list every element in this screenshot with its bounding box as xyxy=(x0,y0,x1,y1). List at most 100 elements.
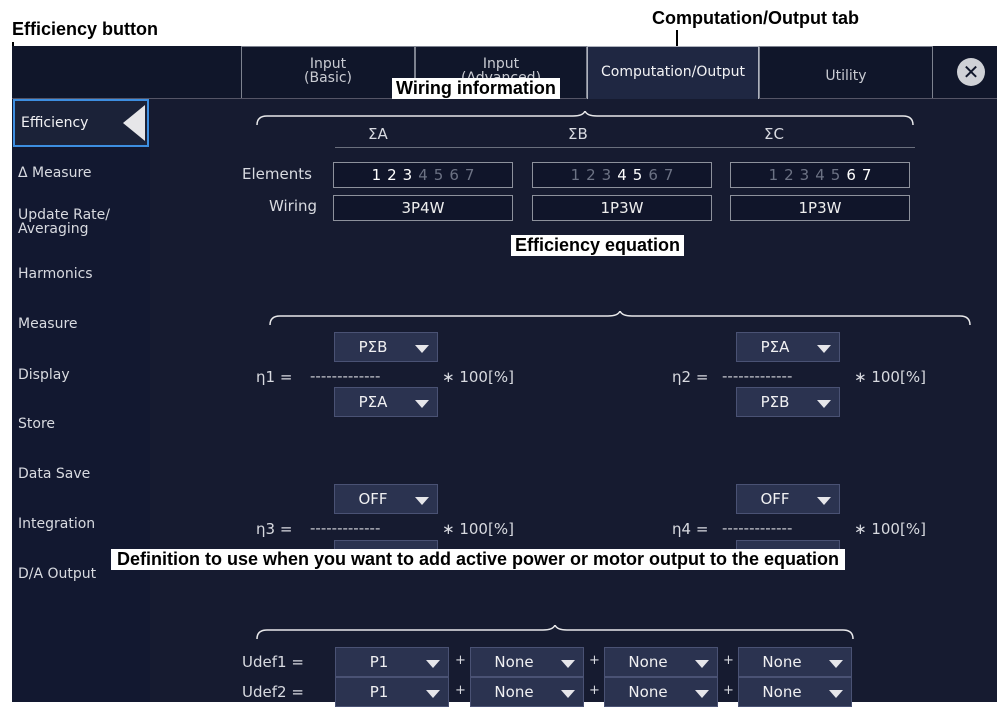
eta3-label: η3 = xyxy=(256,520,293,538)
element-digit: 6 xyxy=(846,166,856,184)
dropdown-value: OFF xyxy=(760,490,790,508)
settings-screen: Input (Basic) Input (Advanced) Computati… xyxy=(12,46,997,707)
sidebar: Efficiency Δ Measure Update Rate/ Averag… xyxy=(12,99,150,702)
annotation-leader-line xyxy=(676,30,678,47)
sidebar-item-store[interactable]: Store xyxy=(18,417,146,431)
wiring-label: Wiring xyxy=(269,197,318,215)
element-digit: 2 xyxy=(586,166,596,184)
chevron-down-icon xyxy=(415,400,429,408)
element-digit: 5 xyxy=(830,166,841,184)
dropdown-value: OFF xyxy=(358,490,388,508)
dropdown-value: PΣB xyxy=(760,393,790,411)
group-label-c: ΣC xyxy=(764,125,784,143)
close-icon[interactable]: ✕ xyxy=(957,58,985,86)
element-digit: 4 xyxy=(617,166,627,184)
eta1-label: η1 = xyxy=(256,368,293,386)
annotation-computation-tab: Computation/Output tab xyxy=(652,8,859,28)
elements-box-b[interactable]: 1234567 xyxy=(532,162,712,188)
chevron-down-icon xyxy=(829,690,843,698)
eta1-denominator-dropdown[interactable]: PΣA xyxy=(334,387,438,417)
element-digit: 7 xyxy=(861,166,872,184)
chevron-down-icon xyxy=(561,660,575,668)
selected-indicator-icon xyxy=(123,105,145,141)
dropdown-value: P1 xyxy=(369,653,389,671)
tab-computation-output[interactable]: Computation/Output xyxy=(587,46,759,99)
sidebar-item-display[interactable]: Display xyxy=(18,368,146,382)
dropdown-value: None xyxy=(762,653,802,671)
fraction-line: ------------- xyxy=(310,519,381,537)
element-digit: 4 xyxy=(815,166,825,184)
sidebar-item-measure[interactable]: Measure xyxy=(18,317,146,331)
chevron-down-icon xyxy=(695,690,709,698)
element-digit: 3 xyxy=(799,166,810,184)
dropdown-value: None xyxy=(494,653,534,671)
sidebar-item-data-save[interactable]: Data Save xyxy=(18,467,146,481)
dropdown-value: PΣA xyxy=(760,338,790,356)
fraction-line: ------------- xyxy=(722,367,793,385)
udef1-label: Udef1 = xyxy=(242,653,304,671)
chevron-down-icon xyxy=(817,345,831,353)
udef2-term4-dropdown[interactable]: None xyxy=(738,677,852,707)
wiring-value-a[interactable]: 3P4W xyxy=(333,195,513,221)
sidebar-item-integration[interactable]: Integration xyxy=(18,517,146,531)
sidebar-item-update-rate[interactable]: Update Rate/ Averaging xyxy=(18,208,146,236)
element-digit: 4 xyxy=(418,166,428,184)
chevron-down-icon xyxy=(415,497,429,505)
eta3-multiplier: ∗ 100[%] xyxy=(442,520,514,538)
fraction-line: ------------- xyxy=(722,519,793,537)
element-digit: 5 xyxy=(433,166,444,184)
sidebar-item-efficiency[interactable]: Efficiency xyxy=(13,99,149,147)
elements-box-c[interactable]: 1234567 xyxy=(730,162,910,188)
eta1-multiplier: ∗ 100[%] xyxy=(442,368,514,386)
udef2-label: Udef2 = xyxy=(242,683,304,701)
chevron-down-icon xyxy=(415,345,429,353)
plus-sign: + xyxy=(589,683,600,698)
tab-label: (Basic) xyxy=(304,70,352,86)
group-label-b: ΣB xyxy=(568,125,588,143)
annotation-wiring-info: Wiring information xyxy=(392,78,560,99)
annotation-definition: Definition to use when you want to add a… xyxy=(111,549,845,570)
udef1-term4-dropdown[interactable]: None xyxy=(738,647,852,677)
fraction-line: ------------- xyxy=(310,367,381,385)
udef1-term3-dropdown[interactable]: None xyxy=(604,647,718,677)
efficiency-panel: ΣA ΣB ΣC Elements 1234567 1234567 123456… xyxy=(150,99,997,707)
element-digit: 6 xyxy=(449,166,459,184)
udef-brace xyxy=(256,625,854,640)
tab-utility[interactable]: Utility xyxy=(759,46,933,98)
element-digit: 3 xyxy=(601,166,612,184)
chevron-down-icon xyxy=(829,660,843,668)
udef2-term3-dropdown[interactable]: None xyxy=(604,677,718,707)
plus-sign: + xyxy=(589,653,600,668)
eta2-label: η2 = xyxy=(672,368,709,386)
udef2-term1-dropdown[interactable]: P1 xyxy=(335,677,449,707)
eta2-numerator-dropdown[interactable]: PΣA xyxy=(736,332,840,362)
annotation-efficiency-button: Efficiency button xyxy=(12,19,159,39)
eta2-denominator-dropdown[interactable]: PΣB xyxy=(736,387,840,417)
eta3-numerator-dropdown[interactable]: OFF xyxy=(334,484,438,514)
tab-input-basic[interactable]: Input (Basic) xyxy=(241,46,415,98)
group-label-a: ΣA xyxy=(368,125,388,143)
element-digit: 5 xyxy=(632,166,643,184)
sidebar-item-delta-measure[interactable]: Δ Measure xyxy=(18,166,146,180)
tab-label: Computation/Output xyxy=(601,64,745,80)
udef1-term2-dropdown[interactable]: None xyxy=(470,647,584,677)
sidebar-item-harmonics[interactable]: Harmonics xyxy=(18,267,146,281)
eta4-multiplier: ∗ 100[%] xyxy=(854,520,926,538)
udef2-term2-dropdown[interactable]: None xyxy=(470,677,584,707)
element-digit: 2 xyxy=(387,166,397,184)
wiring-value-b[interactable]: 1P3W xyxy=(532,195,712,221)
dropdown-value: PΣB xyxy=(358,338,388,356)
udef1-term1-dropdown[interactable]: P1 xyxy=(335,647,449,677)
plus-sign: + xyxy=(723,653,734,668)
tab-label: Utility xyxy=(825,68,867,84)
element-digit: 1 xyxy=(768,166,779,184)
plus-sign: + xyxy=(455,683,466,698)
eta1-numerator-dropdown[interactable]: PΣB xyxy=(334,332,438,362)
element-digit: 7 xyxy=(464,166,475,184)
element-digit: 3 xyxy=(402,166,413,184)
element-digit: 1 xyxy=(371,166,382,184)
wiring-value-c[interactable]: 1P3W xyxy=(730,195,910,221)
chevron-down-icon xyxy=(695,660,709,668)
eta4-numerator-dropdown[interactable]: OFF xyxy=(736,484,840,514)
elements-box-a[interactable]: 1234567 xyxy=(333,162,513,188)
